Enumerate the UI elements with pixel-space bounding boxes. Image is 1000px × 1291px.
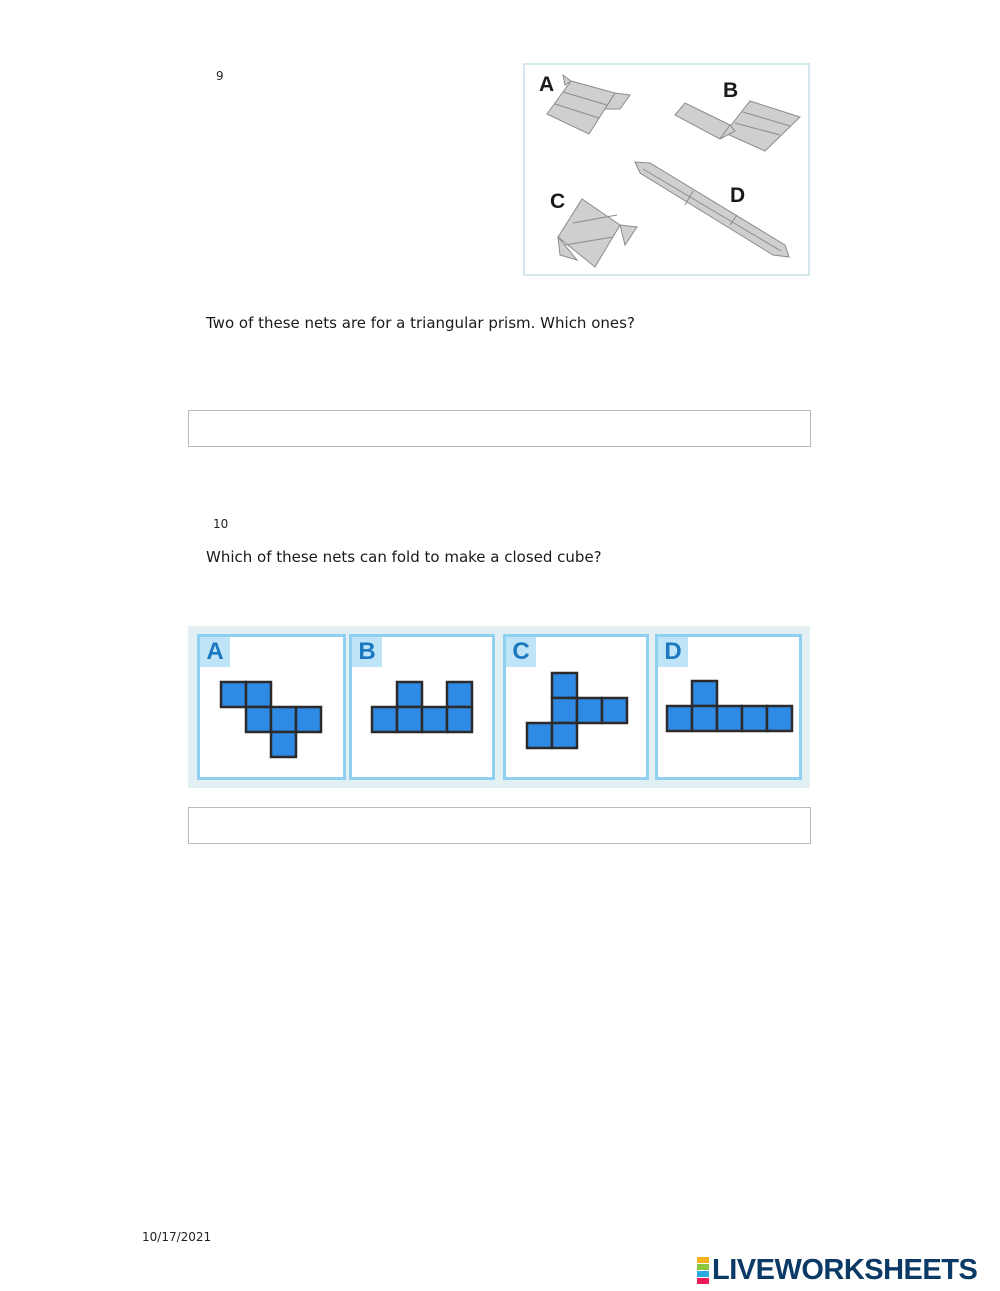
prism-net-c xyxy=(557,198,638,268)
prism-net-d xyxy=(634,161,790,258)
logo-blocks-icon xyxy=(697,1257,709,1284)
cube-net-c xyxy=(525,671,629,750)
question-9-number: 9 xyxy=(216,69,224,83)
prism-label-d: D xyxy=(730,184,745,207)
prism-nets-figure: A B C D xyxy=(523,63,810,276)
cube-net-d xyxy=(665,679,794,733)
cube-net-panel-c: C xyxy=(503,634,649,780)
prism-net-b xyxy=(674,100,801,152)
prism-label-c: C xyxy=(550,190,565,213)
question-9-prompt: Two of these nets are for a triangular p… xyxy=(206,314,635,332)
question-10-answer-field[interactable] xyxy=(188,807,811,844)
cube-net-b xyxy=(370,680,474,734)
cube-net-a xyxy=(219,680,323,759)
cube-net-panel-b: B xyxy=(349,634,495,780)
prism-label-a: A xyxy=(539,73,554,96)
liveworksheets-logo: LIVEWORKSHEETS xyxy=(697,1254,978,1287)
cube-nets-figure: A B C D xyxy=(188,626,810,788)
footer-date: 10/17/2021 xyxy=(142,1230,212,1244)
question-10-number: 10 xyxy=(213,517,229,531)
cube-net-panel-d: D xyxy=(655,634,802,780)
prism-net-a xyxy=(546,73,631,135)
prism-label-b: B xyxy=(723,79,738,102)
question-10-prompt: Which of these nets can fold to make a c… xyxy=(206,548,602,566)
prism-nets-illustration: A B C D xyxy=(539,73,801,268)
cube-net-panel-a: A xyxy=(197,634,346,780)
question-9-answer-field[interactable] xyxy=(188,410,811,447)
logo-text: LIVEWORKSHEETS xyxy=(712,1254,978,1286)
